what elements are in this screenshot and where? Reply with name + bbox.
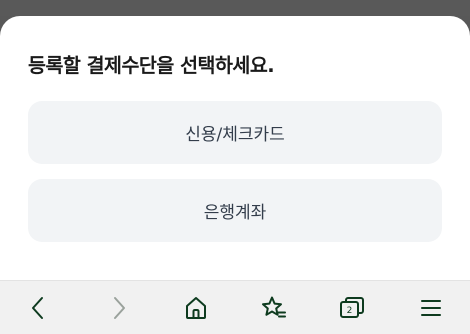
browser-toolbar: 2 xyxy=(0,280,470,334)
tab-count: 2 xyxy=(347,306,353,316)
home-icon xyxy=(186,297,206,319)
payment-method-bottom-sheet: 등록할 결제수단을 선택하세요. 신용/체크카드 은행계좌 xyxy=(0,16,470,280)
dimmed-backdrop[interactable] xyxy=(0,0,470,16)
bank-account-button[interactable]: 은행계좌 xyxy=(28,179,442,242)
back-button[interactable] xyxy=(20,290,56,326)
sheet-title: 등록할 결제수단을 선택하세요. xyxy=(28,54,275,77)
forward-button[interactable] xyxy=(101,290,137,326)
bookmark-star-icon xyxy=(262,296,286,318)
back-arrow-icon xyxy=(32,297,43,319)
tabs-icon: 2 xyxy=(340,297,364,318)
home-button[interactable] xyxy=(178,290,214,326)
credit-check-card-label: 신용/체크카드 xyxy=(185,125,285,145)
bank-account-label: 은행계좌 xyxy=(203,203,267,223)
menu-icon xyxy=(421,300,441,316)
tabs-button[interactable]: 2 xyxy=(334,290,370,326)
credit-check-card-button[interactable]: 신용/체크카드 xyxy=(28,101,442,164)
screen: 등록할 결제수단을 선택하세요. 신용/체크카드 은행계좌 2 xyxy=(0,0,470,334)
forward-arrow-icon xyxy=(114,297,125,319)
menu-button[interactable] xyxy=(413,290,449,326)
bookmark-button[interactable] xyxy=(256,290,292,326)
